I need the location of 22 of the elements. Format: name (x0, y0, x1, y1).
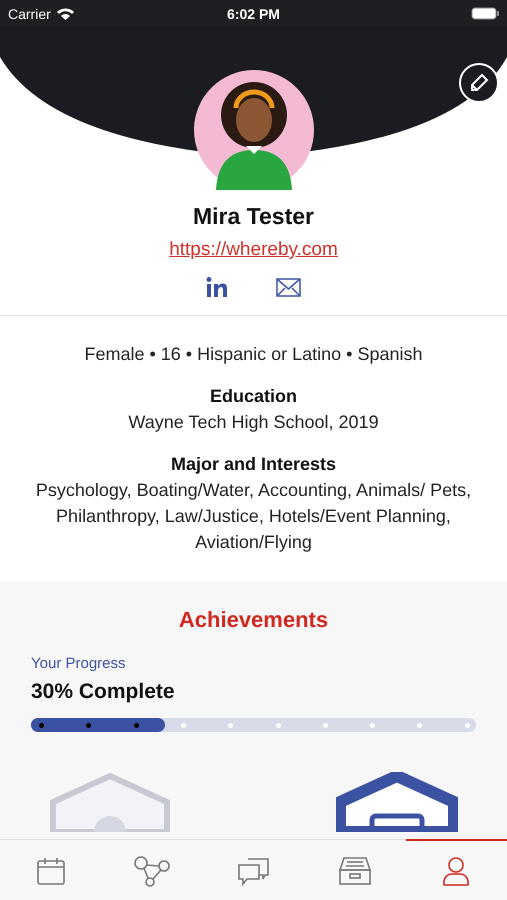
status-time: 6:02 PM (227, 6, 280, 22)
chat-icon (236, 856, 271, 886)
linkedin-icon[interactable] (206, 277, 228, 297)
mail-icon[interactable] (276, 278, 301, 296)
interests-heading: Major and Interests (170, 453, 336, 476)
progress-text: 30% Complete (31, 680, 176, 704)
pencil-icon (469, 73, 489, 93)
network-icon (133, 854, 172, 886)
profile-icon (442, 856, 470, 886)
profile-name: Mira Tester (192, 203, 314, 230)
wifi-icon (56, 8, 74, 20)
progress-label: Your Progress (31, 655, 126, 672)
demographics-text: Female • 16 • Hispanic or Latino • Spanish (84, 343, 423, 366)
calendar-icon (36, 856, 66, 886)
carrier-label: Carrier (8, 6, 51, 22)
interests-text: Psychology, Boating/Water, Accounting, Animals/ Pets, Philanthropy, Law/Justice, Hotels/Event Planning, Aviation/Flying (34, 479, 472, 554)
achievements-title: Achievements (178, 607, 330, 633)
battery-icon (471, 7, 499, 20)
education-heading: Education (210, 385, 297, 408)
website-link[interactable]: https://whereby.com (169, 239, 338, 261)
archive-icon (338, 856, 372, 886)
education-text: Wayne Tech High School, 2019 (128, 411, 379, 434)
